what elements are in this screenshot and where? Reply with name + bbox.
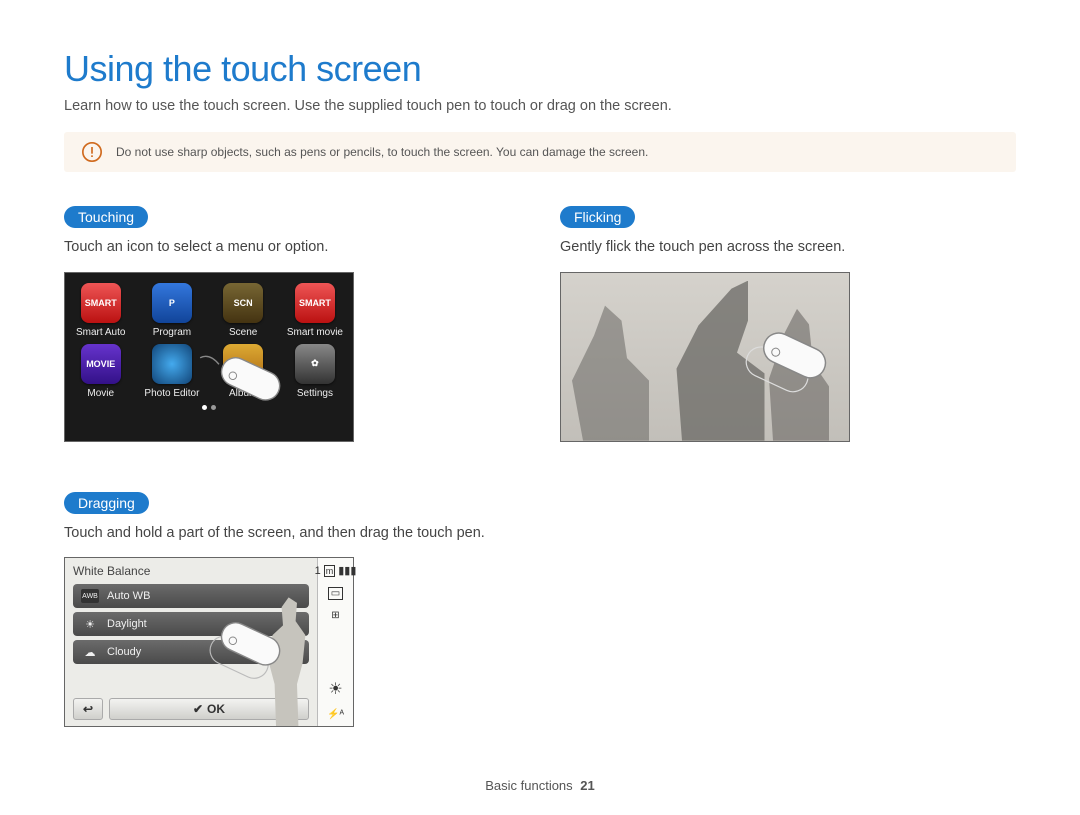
person-silhouette-1 (561, 291, 671, 441)
page-dots (75, 405, 343, 410)
wb-daylight-label: Daylight (107, 618, 147, 630)
warning-box: Do not use sharp objects, such as pens o… (64, 132, 1016, 172)
battery-icon: ▮▮▮ (338, 564, 356, 577)
touching-label: Touching (64, 206, 148, 228)
awb-icon: AWB (81, 589, 99, 603)
flick-pen-icon (736, 328, 836, 413)
app-smart-auto[interactable]: SMART Smart Auto (75, 283, 126, 338)
app-program[interactable]: P Program (144, 283, 199, 338)
back-arrow-icon: ↩ (83, 702, 93, 716)
footer-section: Basic functions (485, 778, 572, 793)
touching-desc: Touch an icon to select a menu or option… (64, 238, 520, 258)
album-icon: ▶ (223, 344, 263, 384)
flicking-screenshot (560, 272, 850, 442)
dragging-label: Dragging (64, 492, 149, 514)
album-label: Album (229, 388, 257, 399)
scene-label: Scene (229, 327, 257, 338)
scene-icon: SCN (223, 283, 263, 323)
photo-editor-label: Photo Editor (144, 388, 199, 399)
smart-movie-label: Smart movie (287, 327, 343, 338)
smart-movie-icon: SMART (295, 283, 335, 323)
app-smart-movie[interactable]: SMART Smart movie (287, 283, 343, 338)
brightness-icon: ☀ (328, 679, 342, 699)
flicking-section: Flicking Gently flick the touch pen acro… (560, 206, 1016, 442)
dragging-section: Dragging Touch and hold a part of the sc… (64, 492, 520, 728)
back-button[interactable]: ↩ (73, 698, 103, 720)
touching-screenshot: SMART Smart Auto P Program SCN Scene SMA… (64, 272, 354, 442)
smart-auto-icon: SMART (81, 283, 121, 323)
sidebar-icon-2: ⊞ (331, 610, 339, 621)
touching-section: Touching Touch an icon to select a menu … (64, 206, 520, 442)
count-value: 1 (315, 565, 321, 577)
warning-icon (82, 142, 102, 162)
wb-option-daylight[interactable]: ☀ Daylight (73, 612, 309, 636)
smart-auto-label: Smart Auto (76, 327, 125, 338)
movie-icon: MOVIE (81, 344, 121, 384)
wb-option-auto[interactable]: AWB Auto WB (73, 584, 309, 608)
settings-label: Settings (297, 388, 333, 399)
footer-page-number: 21 (580, 778, 594, 793)
memory-icon: m (324, 565, 336, 577)
dragging-screenshot: White Balance AWB Auto WB ☀ Daylight ☁ C… (64, 557, 354, 727)
flicking-label: Flicking (560, 206, 635, 228)
page-title: Using the touch screen (64, 48, 1016, 90)
program-label: Program (153, 327, 191, 338)
page-footer: Basic functions 21 (0, 778, 1080, 793)
app-album[interactable]: ▶ Album (217, 344, 268, 399)
flicking-desc: Gently flick the touch pen across the sc… (560, 238, 1016, 258)
sun-icon: ☀ (81, 617, 99, 631)
status-sidebar: 1 m ▮▮▮ ▭ ⊞ ☀ ⚡ᴬ (317, 558, 353, 726)
app-settings[interactable]: ✿ Settings (287, 344, 343, 399)
wb-auto-label: Auto WB (107, 590, 150, 602)
check-icon: ✔ (193, 702, 203, 716)
app-scene[interactable]: SCN Scene (217, 283, 268, 338)
app-movie[interactable]: MOVIE Movie (75, 344, 126, 399)
intro-text: Learn how to use the touch screen. Use t… (64, 98, 1016, 114)
sidebar-icon-1: ▭ (328, 587, 343, 600)
photo-editor-icon (152, 344, 192, 384)
wb-cloudy-label: Cloudy (107, 646, 141, 658)
warning-text: Do not use sharp objects, such as pens o… (116, 145, 648, 159)
flash-auto-icon: ⚡ᴬ (327, 709, 344, 720)
movie-label: Movie (87, 388, 114, 399)
app-photo-editor[interactable]: Photo Editor (144, 344, 199, 399)
settings-icon: ✿ (295, 344, 335, 384)
program-icon: P (152, 283, 192, 323)
cloud-icon: ☁ (81, 645, 99, 659)
ok-label: OK (207, 702, 225, 716)
wb-title: White Balance (73, 564, 309, 578)
dragging-desc: Touch and hold a part of the screen, and… (64, 524, 520, 544)
